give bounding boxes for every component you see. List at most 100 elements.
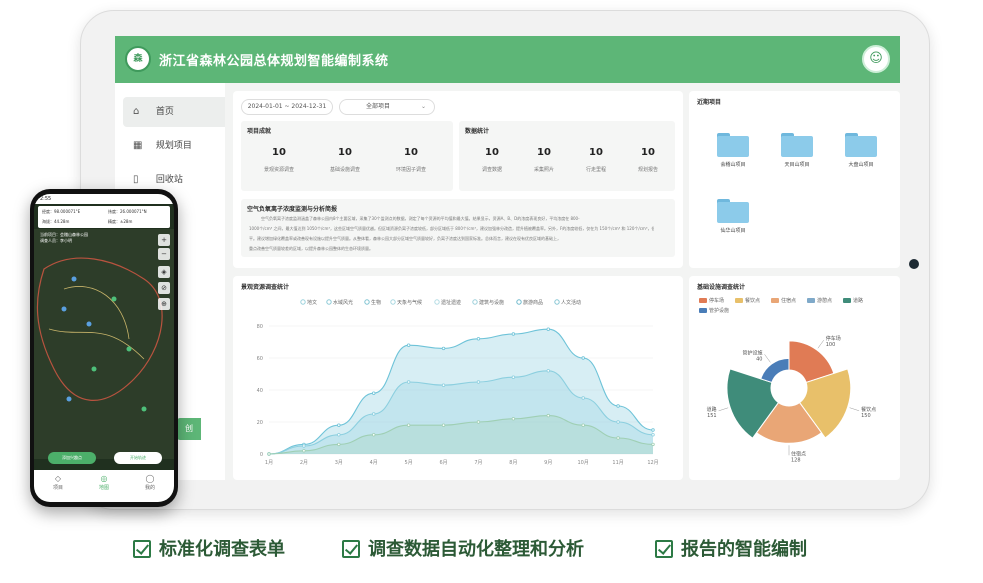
data-point: [581, 423, 585, 427]
stat-item: 10 采集照片: [514, 147, 574, 173]
infra-rose-chart: 停车场 餐饮点 住宿点 游憩点 道路管护设施停车场100餐饮点150住宿点128道路15…: [699, 297, 876, 463]
legend-label: 餐饮点: [745, 297, 760, 304]
data-point: [337, 423, 341, 427]
data-point: [616, 404, 620, 408]
zoom-in-icon[interactable]: +: [158, 234, 170, 246]
slice-label-name: 餐饮点: [861, 406, 876, 413]
add-poi-button[interactable]: 添加兴趣点: [48, 452, 96, 464]
chevron-down-icon: ⌄: [420, 103, 426, 110]
data-point: [441, 346, 446, 351]
slice-label-name: 停车场: [826, 335, 841, 342]
report-line: 平。建议增加绿化覆盖率或改善现有设施以提升空气质量。从整体看，森林公园大部分区域…: [249, 236, 561, 241]
app-title: 浙江省森林公园总体规划智能编制系统: [159, 54, 389, 69]
folder-icon: [717, 133, 749, 157]
data-point: [651, 442, 655, 447]
create-button[interactable]: 创: [177, 418, 201, 440]
stat-label: 环境因子调查: [395, 167, 426, 173]
layers-icon[interactable]: ◈: [158, 266, 170, 278]
project-select[interactable]: 全部项目 ⌄: [339, 99, 435, 115]
sidebar-item-projects[interactable]: ▦ 规划项目: [123, 131, 225, 161]
stat-value: 10: [589, 147, 603, 158]
app-logo: 森: [125, 46, 151, 72]
coordinates-panel: 经度：98.000071°E 纬度：26.000071°N 海拔：44.28m …: [38, 206, 170, 228]
map-graphic: [34, 229, 174, 459]
data-point: [337, 442, 341, 447]
legend-marker: [472, 299, 478, 305]
folder-label: 仙华山项目: [720, 228, 746, 234]
slice-label-value: 100: [826, 342, 836, 348]
stat-label: 基础设施调查: [329, 167, 360, 173]
project-folder[interactable]: 仙华山项目: [703, 199, 763, 234]
y-tick-label: 80: [257, 324, 263, 330]
recent-projects-card: 近期项目 会稽山项目 天目山项目 大盘山项目 仙华山项目: [689, 91, 900, 268]
sidebar-item-label: 回收站: [155, 175, 183, 185]
stat-label: 采集照片: [533, 167, 554, 173]
project-folder[interactable]: 会稽山项目: [703, 133, 763, 168]
y-tick-label: 60: [257, 356, 263, 362]
user-icon: ◯: [145, 474, 155, 483]
legend-label: 旅游商品: [523, 299, 543, 306]
grid-icon: ▦: [133, 140, 143, 151]
data-stats-title: 数据统计: [465, 128, 490, 135]
legend-label: 水域风光: [333, 299, 353, 306]
phone-screen: 2:55 经度：98.000071°E 纬度：26.000071°N 海拔：44…: [34, 194, 174, 502]
data-point: [581, 396, 585, 400]
report-line: 1000个/cm³ 之间，最大值达到 1050个/cm³，这些区域空气质量优越。…: [249, 226, 654, 231]
nav-tab-label: 项目: [52, 485, 63, 491]
legend-label: 生物: [371, 299, 381, 306]
slice-label-name: 住宿点: [791, 450, 806, 457]
nav-tab-profile[interactable]: ◯ 我的: [130, 474, 170, 491]
user-avatar-icon[interactable]: ☺: [862, 45, 890, 73]
project-folder[interactable]: 天目山项目: [767, 133, 827, 168]
feature-auto-analysis: 调查数据自动化整理和分析: [342, 535, 584, 561]
x-tick-label: 4月: [370, 460, 378, 466]
stat-label: 景观资源调查: [263, 167, 294, 173]
project-folder[interactable]: 大盘山项目: [831, 133, 891, 168]
x-tick-label: 9月: [544, 460, 552, 466]
y-tick-label: 20: [257, 420, 263, 426]
slice-leader-line: [849, 407, 860, 412]
data-point: [441, 423, 446, 427]
legend-swatch: [771, 298, 779, 303]
legend-marker: [516, 299, 522, 305]
data-point: [406, 343, 411, 347]
compass-icon[interactable]: ⊘: [158, 282, 170, 294]
data-point: [476, 337, 481, 341]
x-tick-label: 3月: [335, 460, 343, 466]
data-point: [511, 417, 516, 421]
nav-tab-map[interactable]: ◎ 地图: [84, 474, 124, 491]
sidebar-item-home[interactable]: ⌂ 首页: [123, 97, 225, 127]
tablet-screen: 森 浙江省森林公园总体规划智能编制系统 ☺ ⌂ 首页 ▦ 规划项目 ▯ 回收站 …: [115, 36, 900, 480]
legend-marker: [326, 299, 332, 305]
map-view[interactable]: [34, 229, 174, 459]
legend-marker: [434, 299, 440, 305]
landscape-chart-card: 景观资源调查统计 地文 水域风光 生物 天象与气候 遗址遗迹 建筑与设施 旅游商品 人文活动 0…: [233, 276, 683, 480]
nav-tab-projects[interactable]: ◇ 项目: [38, 474, 78, 491]
phone-frame: 2:55 经度：98.000071°E 纬度：26.000071°N 海拔：44…: [30, 189, 178, 507]
data-point: [651, 428, 655, 432]
data-point: [337, 433, 341, 437]
latitude-readout: 纬度：26.000071°N: [108, 209, 147, 214]
legend-marker: [300, 299, 306, 305]
checkbox-icon: [655, 540, 673, 558]
date-range-picker[interactable]: 2024-01-01 ~ 2024-12-31: [241, 99, 333, 115]
project-stats-title: 项目成就: [247, 128, 272, 135]
feature-label: 调查数据自动化整理和分析: [368, 539, 584, 560]
slice-leader-line: [764, 354, 771, 363]
x-tick-label: 10月: [577, 460, 588, 466]
slice-leader-line: [718, 407, 729, 412]
folder-icon: [781, 133, 813, 157]
data-point: [546, 369, 550, 373]
slice-label-name: 道路: [707, 406, 717, 413]
stat-value: 10: [641, 147, 655, 158]
data-stats-box: 数据统计 10 调查数据 10 采集照片 10 行走里程 10 规划报告: [459, 121, 675, 191]
stat-value: 10: [485, 147, 499, 158]
stat-item: 10 景观资源调查: [249, 147, 309, 173]
locate-icon[interactable]: ⊕: [158, 298, 170, 310]
zoom-out-icon[interactable]: −: [158, 248, 170, 260]
data-point: [406, 380, 411, 384]
legend-marker: [554, 299, 560, 305]
stat-value: 10: [338, 147, 352, 158]
start-track-button[interactable]: 开始轨迹: [114, 452, 162, 464]
slice-leader-line: [817, 340, 824, 349]
